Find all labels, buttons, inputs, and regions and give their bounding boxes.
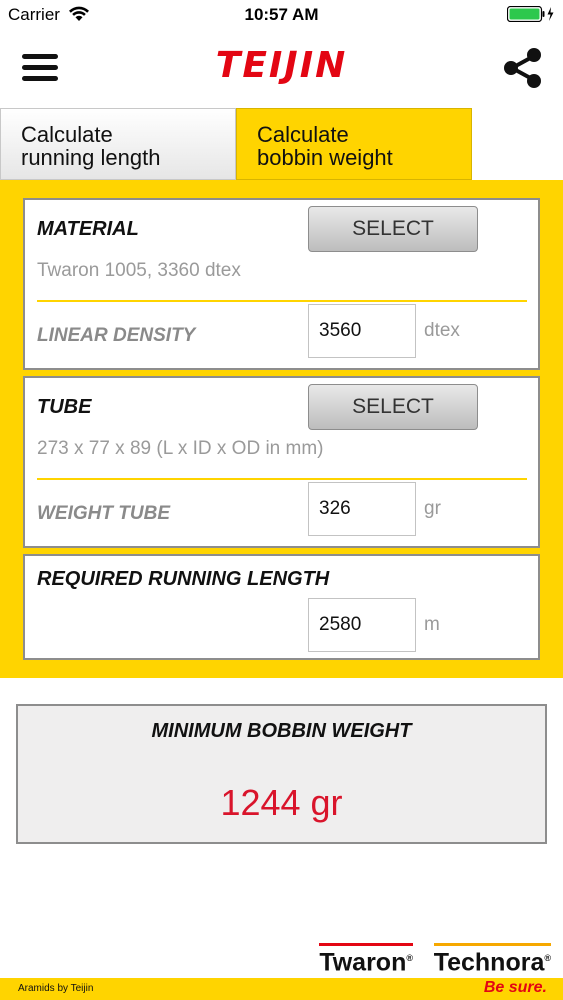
running-length-card: REQUIRED RUNNING LENGTH 2580 m [23, 554, 540, 660]
hamburger-menu-icon[interactable] [22, 52, 60, 84]
technora-logo: Technora® [433, 943, 551, 975]
app-header: TEIJIN [0, 28, 563, 108]
select-tube-button[interactable]: SELECT [308, 384, 478, 430]
tab-bar: Calculate running length Calculate bobbi… [0, 108, 563, 180]
linear-density-input[interactable]: 3560 [308, 304, 416, 358]
clock: 10:57 AM [244, 5, 319, 24]
tube-title: TUBE [37, 396, 92, 418]
battery-icon [507, 6, 554, 22]
footer-tagline: Aramids by Teijin [18, 983, 94, 994]
footer-slogan: Be sure. [483, 979, 547, 996]
tube-card: TUBE SELECT 273 x 77 x 89 (L x ID x OD i… [23, 376, 540, 548]
weight-tube-label: WEIGHT TUBE [37, 503, 170, 524]
select-material-button[interactable]: SELECT [308, 206, 478, 252]
weight-tube-input[interactable]: 326 [308, 482, 416, 536]
linear-density-label: LINEAR DENSITY [37, 325, 196, 346]
app-screen: Carrier 10:57 AM TEIJIN Calculate runnin… [0, 0, 563, 1000]
tab-label-line2: bobbin weight [257, 145, 393, 170]
material-card: MATERIAL SELECT Twaron 1005, 3360 dtex L… [23, 198, 540, 370]
share-icon[interactable] [501, 46, 545, 90]
material-title: MATERIAL [37, 218, 139, 240]
result-value: 1244 gr [220, 782, 343, 823]
running-length-unit: m [424, 614, 440, 635]
weight-tube-unit: gr [424, 498, 441, 519]
linear-density-unit: dtex [424, 320, 460, 341]
brand-logos: Twaron® Technora® [311, 943, 551, 975]
result-box: MINIMUM BOBBIN WEIGHT 1244 gr [16, 704, 547, 844]
input-panel: MATERIAL SELECT Twaron 1005, 3360 dtex L… [0, 180, 563, 678]
footer-bar: Aramids by Teijin Be sure. [0, 978, 563, 1000]
twaron-logo: Twaron® [319, 943, 413, 975]
tube-description: 273 x 77 x 89 (L x ID x OD in mm) [37, 438, 324, 459]
tab-label-line2: running length [21, 145, 161, 170]
running-length-input[interactable]: 2580 [308, 598, 416, 652]
running-length-title: REQUIRED RUNNING LENGTH [37, 568, 330, 590]
tab-calculate-bobbin-weight[interactable]: Calculate bobbin weight [236, 108, 472, 180]
divider [37, 300, 527, 302]
status-bar: Carrier 10:57 AM [0, 0, 563, 28]
tab-label-line1: Calculate [21, 122, 113, 147]
divider [37, 478, 527, 480]
result-title: MINIMUM BOBBIN WEIGHT [151, 720, 412, 742]
teijin-logo: TEIJIN [215, 45, 348, 86]
tab-calculate-running-length[interactable]: Calculate running length [0, 108, 236, 180]
tab-label-line1: Calculate [257, 122, 349, 147]
material-description: Twaron 1005, 3360 dtex [37, 260, 241, 281]
